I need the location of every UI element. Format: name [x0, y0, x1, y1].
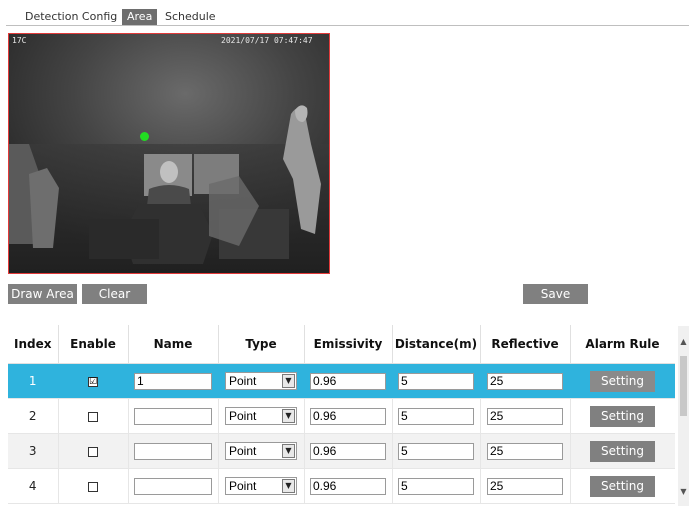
type-value: Point: [229, 374, 257, 388]
alarm-rule-setting-button[interactable]: Setting: [590, 405, 655, 427]
type-value: Point: [229, 409, 257, 423]
tab-detection-config[interactable]: Detection Config: [20, 9, 122, 25]
table-row[interactable]: 4 Point ▼ 0.96 5 25 Setting: [8, 468, 675, 504]
chevron-down-icon[interactable]: ▼: [282, 479, 295, 493]
table-header-row: Index Enable Name Type Emissivity Distan…: [8, 325, 675, 364]
col-enable: Enable: [58, 325, 129, 364]
emissivity-input[interactable]: 0.96: [310, 477, 386, 495]
area-table: Index Enable Name Type Emissivity Distan…: [8, 325, 675, 506]
col-type: Type: [218, 325, 305, 364]
chevron-down-icon[interactable]: ▼: [282, 374, 295, 388]
tab-area[interactable]: Area: [122, 9, 158, 25]
alarm-rule-setting-button[interactable]: Setting: [590, 440, 655, 462]
alarm-rule-setting-button[interactable]: Setting: [590, 370, 655, 392]
type-select[interactable]: Point ▼: [225, 442, 297, 460]
enable-checkbox[interactable]: [88, 481, 98, 492]
distance-input[interactable]: 5: [398, 442, 474, 460]
save-button[interactable]: Save: [523, 284, 588, 304]
scroll-up-icon[interactable]: ▲: [678, 336, 689, 348]
table-row[interactable]: 2 Point ▼ 0.96 5 25 Setting: [8, 398, 675, 434]
table-scrollbar[interactable]: ▲ ▼: [678, 326, 689, 506]
emissivity-input[interactable]: 0.96: [310, 372, 386, 390]
scrollbar-thumb[interactable]: [680, 356, 687, 416]
reflective-input[interactable]: 25: [487, 407, 563, 425]
osd-timestamp: 2021/07/17 07:47:47: [221, 36, 313, 45]
thermal-scene: [9, 34, 329, 273]
row-index: 3: [8, 433, 59, 469]
name-input[interactable]: 1: [134, 372, 212, 390]
chevron-down-icon[interactable]: ▼: [282, 444, 295, 458]
reflective-input[interactable]: 25: [487, 372, 563, 390]
reflective-input[interactable]: 25: [487, 442, 563, 460]
type-select[interactable]: Point ▼: [225, 477, 297, 495]
type-value: Point: [229, 444, 257, 458]
reflective-input[interactable]: 25: [487, 477, 563, 495]
osd-temperature: 17C: [12, 36, 27, 45]
clear-button[interactable]: Clear: [82, 284, 147, 304]
enable-checkbox[interactable]: [88, 446, 98, 457]
col-reflective: Reflective: [480, 325, 571, 364]
tab-schedule[interactable]: Schedule: [160, 9, 221, 25]
col-distance: Distance(m): [392, 325, 481, 364]
chevron-down-icon[interactable]: ▼: [282, 409, 295, 423]
enable-checkbox[interactable]: ☑: [88, 376, 98, 387]
col-emissivity: Emissivity: [304, 325, 393, 364]
distance-input[interactable]: 5: [398, 407, 474, 425]
table-row[interactable]: 1 ☑ 1 Point ▼ 0.96 5 25 Setting: [8, 363, 675, 399]
distance-input[interactable]: 5: [398, 372, 474, 390]
draw-area-button[interactable]: Draw Area: [8, 284, 77, 304]
enable-checkbox[interactable]: [88, 411, 98, 422]
tab-divider: [6, 25, 689, 26]
row-index: 4: [8, 468, 59, 504]
emissivity-input[interactable]: 0.96: [310, 442, 386, 460]
type-select[interactable]: Point ▼: [225, 372, 297, 390]
col-name: Name: [128, 325, 219, 364]
type-select[interactable]: Point ▼: [225, 407, 297, 425]
alarm-rule-setting-button[interactable]: Setting: [590, 475, 655, 497]
tab-bar: Detection Config Area Schedule: [0, 0, 689, 26]
name-input[interactable]: [134, 477, 212, 495]
name-input[interactable]: [134, 442, 212, 460]
row-index: 2: [8, 398, 59, 434]
scroll-down-icon[interactable]: ▼: [678, 486, 689, 498]
emissivity-input[interactable]: 0.96: [310, 407, 386, 425]
row-index: 1: [8, 363, 59, 399]
name-input[interactable]: [134, 407, 212, 425]
col-index: Index: [8, 325, 59, 364]
distance-input[interactable]: 5: [398, 477, 474, 495]
thermal-video-preview[interactable]: 17C 2021/07/17 07:47:47: [8, 33, 330, 274]
area-point-marker[interactable]: [140, 132, 149, 141]
col-alarm-rule: Alarm Rule: [570, 325, 675, 364]
table-row[interactable]: 3 Point ▼ 0.96 5 25 Setting: [8, 433, 675, 469]
type-value: Point: [229, 479, 257, 493]
